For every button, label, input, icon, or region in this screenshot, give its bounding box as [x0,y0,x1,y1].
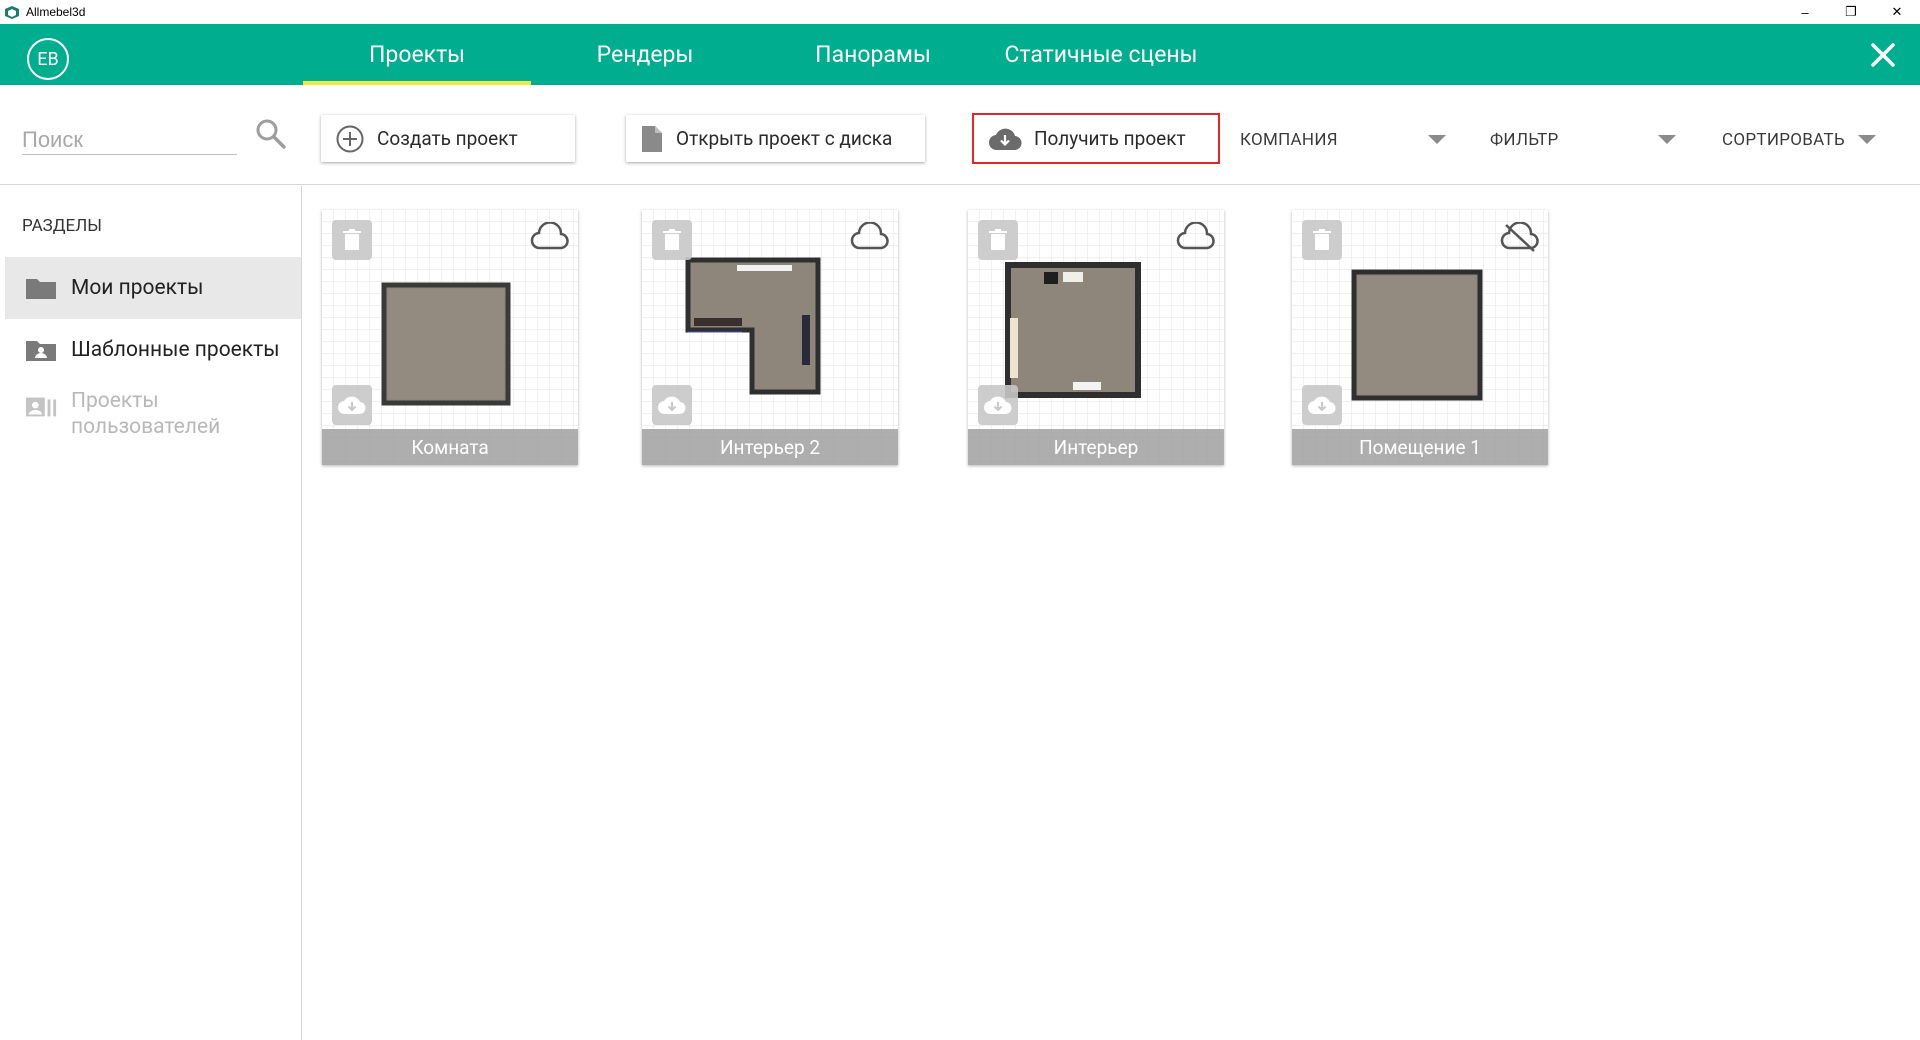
project-name: Помещение 1 [1292,429,1548,465]
template-folder-icon [25,337,57,363]
close-icon[interactable] [1864,36,1902,74]
cloud-download-icon [988,126,1022,152]
cloud-download-icon[interactable] [332,385,372,425]
create-project-button[interactable]: Создать проект [321,115,575,162]
chevron-down-icon[interactable] [1658,135,1676,144]
sidebar-item-template-projects[interactable]: Шаблонные проекты [5,319,301,381]
cloud-icon [530,222,569,250]
chevron-down-icon[interactable] [1428,135,1446,144]
delete-icon[interactable] [978,220,1018,260]
cloud-icon [1176,222,1215,250]
project-card-interior-2[interactable]: Интерьер 2 [642,210,898,465]
delete-icon[interactable] [652,220,692,260]
open-from-disk-button[interactable]: Открыть проект с диска [626,115,925,162]
project-name: Интерьер [968,429,1224,465]
project-name: Комната [322,429,578,465]
search-box [22,125,237,155]
minimize-button[interactable]: – [1782,0,1828,24]
project-name: Интерьер 2 [642,429,898,465]
search-icon[interactable] [255,118,287,150]
delete-icon[interactable] [332,220,372,260]
sort-dropdown[interactable]: СОРТИРОВАТЬ [1722,125,1845,155]
file-icon [640,124,664,154]
window-title: Allmebel3d [26,5,86,19]
get-project-label: Получить проект [1034,127,1186,150]
sidebar-title: РАЗДЕЛЫ [22,216,102,236]
app-logo-icon [5,6,19,19]
toolbar: Создать проект Открыть проект с диска По… [0,85,1920,185]
cloud-download-icon[interactable] [652,385,692,425]
create-project-label: Создать проект [377,127,518,150]
tab-panoramas[interactable]: Панорамы [759,24,987,85]
folder-icon [25,275,57,301]
title-bar: Allmebel3d – ❐ ✕ [0,0,1920,24]
project-card-interior[interactable]: Интерьер [968,210,1224,465]
cloud-off-icon [1500,222,1539,252]
get-project-button[interactable]: Получить проект [972,113,1220,164]
search-input[interactable] [22,125,237,155]
tab-static-scenes[interactable]: Статичные сцены [987,24,1215,85]
project-card-room[interactable]: Комната [322,210,578,465]
open-from-disk-label: Открыть проект с диска [676,127,893,150]
cloud-download-icon[interactable] [1302,385,1342,425]
sidebar-item-label: Шаблонные проекты [71,338,280,362]
tab-renders[interactable]: Рендеры [531,24,759,85]
sidebar-item-user-projects[interactable]: Проекты пользователей [5,388,301,448]
delete-icon[interactable] [1302,220,1342,260]
app-window: Allmebel3d – ❐ ✕ EB Проекты Рендеры Пано… [0,0,1920,1040]
cloud-download-icon[interactable] [978,385,1018,425]
avatar[interactable]: EB [27,38,69,80]
sidebar-item-label: Проекты пользователей [71,389,221,439]
sidebar-item-my-projects[interactable]: Мои проекты [5,257,301,319]
sidebar: РАЗДЕЛЫ Мои проекты Шаблонные проекты Пр… [0,186,302,1040]
project-card-premises-1[interactable]: Помещение 1 [1292,210,1548,465]
chevron-down-icon[interactable] [1858,135,1876,144]
sidebar-item-label: Мои проекты [71,276,204,300]
user-projects-icon [25,394,57,420]
window-close-button[interactable]: ✕ [1874,0,1920,24]
tab-projects[interactable]: Проекты [303,24,531,85]
filter-dropdown[interactable]: ФИЛЬТР [1490,125,1559,155]
cloud-icon [850,222,889,250]
app-header: EB Проекты Рендеры Панорамы Статичные сц… [0,24,1920,85]
window-controls: – ❐ ✕ [1782,0,1920,24]
maximize-button[interactable]: ❐ [1828,0,1874,24]
company-dropdown[interactable]: КОМПАНИЯ [1240,125,1338,155]
add-circle-icon [335,124,365,154]
